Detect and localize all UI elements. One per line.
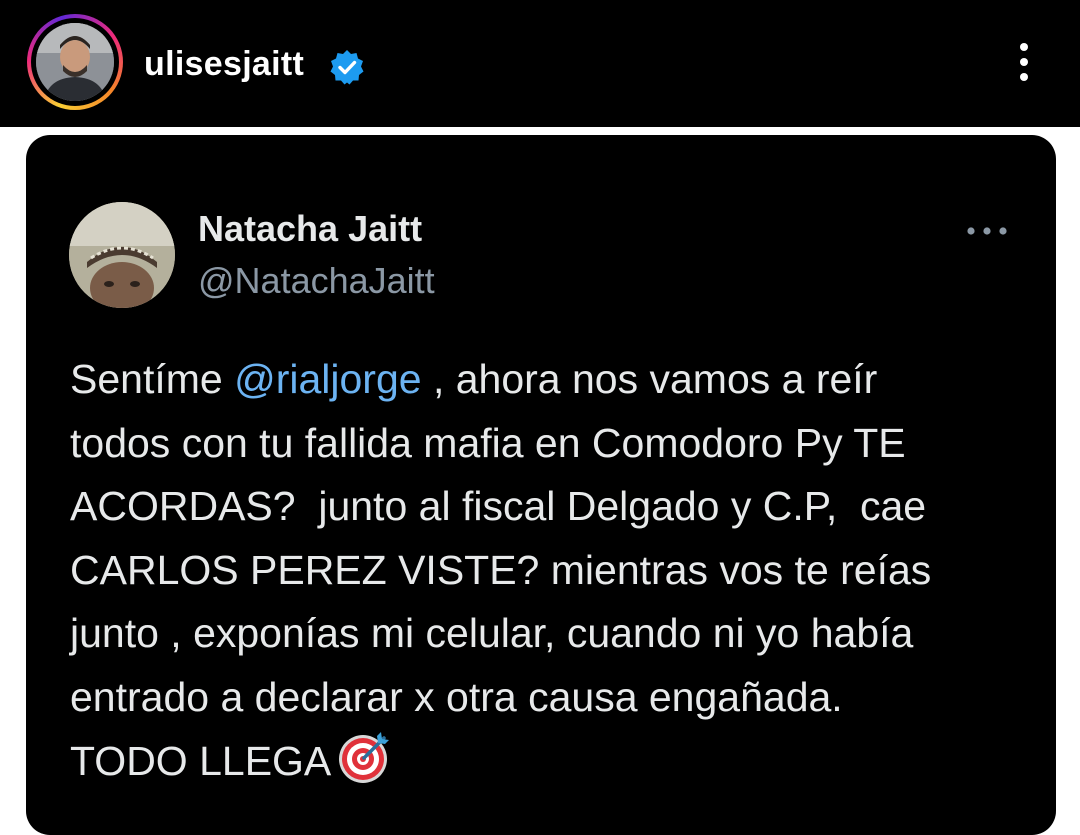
username[interactable]: ulisesjaitt (144, 44, 304, 84)
mention-link[interactable]: @rialjorge (234, 356, 421, 402)
tweet-handle[interactable]: @NatachaJaitt (198, 259, 435, 303)
avatar-photo-icon (69, 202, 175, 308)
avatar-photo-icon (36, 23, 114, 101)
tweet-display-name[interactable]: Natacha Jaitt (198, 207, 422, 251)
tweet-text-rest: , ahora nos vamos a reír todos con tu fa… (70, 356, 932, 784)
tweet-body: Sentíme @rialjorge , ahora nos vamos a r… (70, 348, 1045, 794)
story-ring[interactable] (27, 14, 123, 110)
more-vertical-icon[interactable] (1010, 40, 1038, 90)
tweet-text-start: Sentíme (70, 356, 235, 402)
verified-badge-icon (330, 50, 364, 85)
post-header: ulisesjaitt (0, 0, 1080, 127)
direct-hit-target-icon (339, 732, 390, 783)
tweet-author-avatar[interactable] (69, 202, 175, 308)
more-horizontal-icon[interactable] (964, 221, 1010, 241)
tweet-screenshot: Natacha Jaitt @NatachaJaitt Sentíme @ria… (26, 135, 1056, 835)
user-avatar[interactable] (36, 23, 114, 101)
